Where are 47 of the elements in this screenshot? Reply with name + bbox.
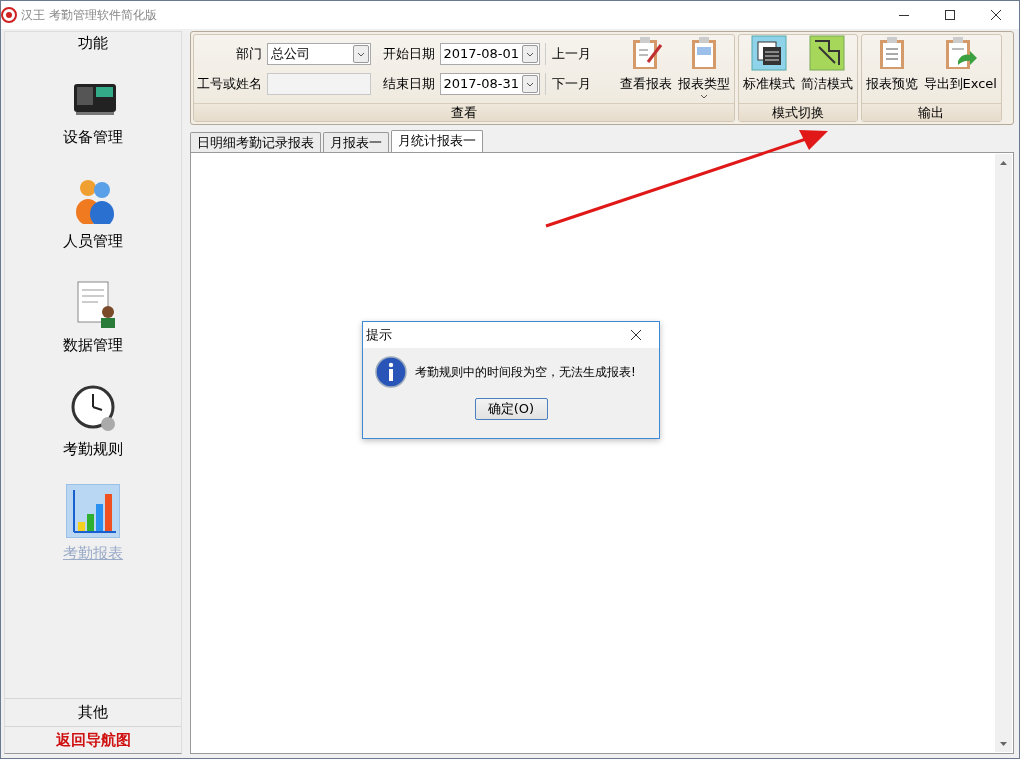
dropdown-field[interactable]: 2017-08-31 [439,73,540,95]
toolbar-button[interactable]: 简洁模式 [799,35,854,103]
sidebar-item[interactable]: 数据管理 [5,264,181,369]
sidebar-item[interactable]: 设备管理 [5,56,181,161]
toolbar-button[interactable]: 标准模式 [741,35,796,103]
group-caption: 模式切换 [738,103,857,121]
report-tab[interactable]: 日明细考勤记录报表 [190,132,321,152]
chevron-down-icon [525,81,534,87]
sidebar-link[interactable]: 其他 [5,698,181,726]
dialog-message: 考勤规则中的时间段为空，无法生成报表! [415,364,636,381]
close-icon [991,10,1001,20]
report-tab[interactable]: 月统计报表一 [391,130,483,152]
toolbar-button[interactable]: 报表类型 [676,35,731,103]
scroll-down-icon [1000,741,1007,746]
app-logo-icon [1,7,17,23]
group-caption: 查看 [194,103,734,121]
dropdown-field[interactable]: 总公司 [267,43,371,65]
report-tab[interactable]: 月报表一 [323,132,389,152]
stacked-windows-icon [750,35,787,71]
maximize-icon [945,10,955,20]
field-label: 开始日期 [381,45,435,64]
field-label: 部门 [235,45,262,64]
field-label: 结束日期 [381,75,435,94]
scrollbar[interactable] [995,154,1012,752]
sidebar-item[interactable]: 考勤规则 [5,368,181,473]
window-title: 汉王 考勤管理软件简化版 [21,7,157,24]
prev-month-button[interactable]: 上一月 [544,43,597,65]
toolbar-button[interactable]: 报表预览 [864,35,919,103]
diagram-icon [808,35,845,71]
sidebar-link[interactable]: 返回导航图 [5,725,181,753]
info-icon [375,356,407,388]
chevron-down-icon [357,51,365,57]
close-icon [631,330,641,340]
dialog-title: 提示 [366,326,392,345]
chevron-down-icon [525,51,534,57]
toolbar-button[interactable]: 查看报表 [618,35,673,103]
sidebar-item[interactable]: 人员管理 [5,160,181,265]
input-field[interactable] [267,73,371,95]
field-label: 工号或姓名 [197,75,262,94]
next-month-button[interactable]: 下一月 [544,73,597,95]
scroll-up-icon [1000,160,1007,165]
dropdown-field[interactable]: 2017-08-01 [439,43,540,65]
sidebar-header: 功能 [77,33,109,54]
ok-button[interactable]: 确定(O) [474,398,548,420]
toolbar-button[interactable]: 导出到Excel [922,35,998,103]
group-caption: 输出 [861,103,1001,121]
minimize-icon [899,14,909,16]
